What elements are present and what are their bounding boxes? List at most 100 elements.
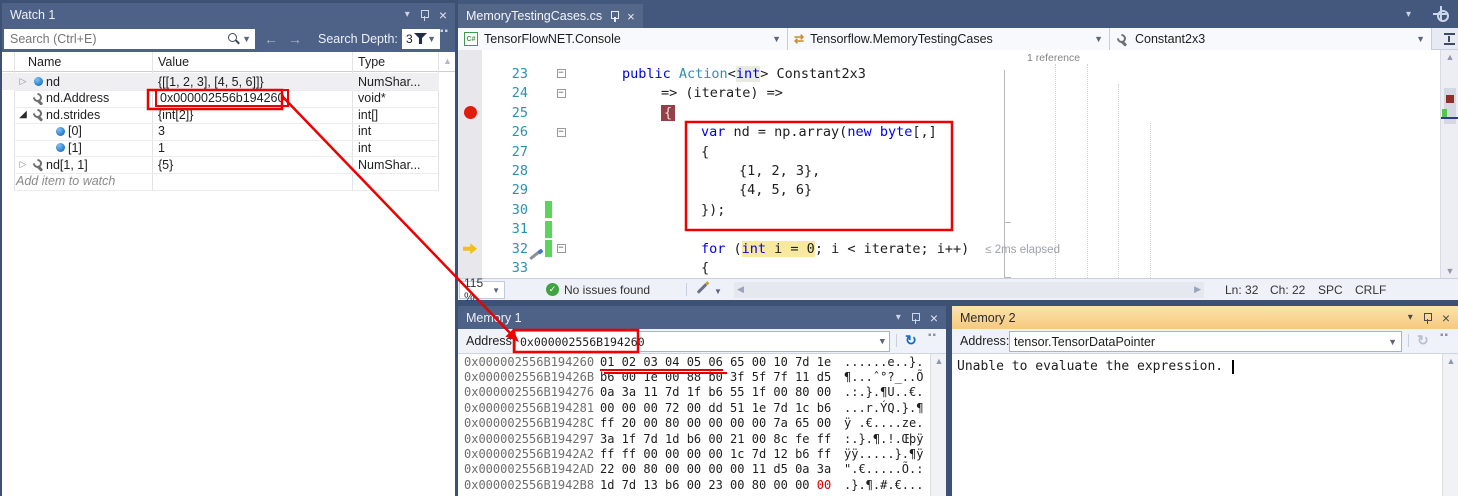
fold-margin[interactable] — [552, 220, 570, 239]
window-position-chevron-icon[interactable]: ▾ — [1408, 313, 1413, 323]
scroll-up-icon[interactable]: ▲ — [443, 56, 452, 66]
toolbar-overflow-icon[interactable]: ▪▪ — [440, 27, 449, 37]
window-position-chevron-icon[interactable]: ▾ — [405, 10, 410, 20]
member-combo[interactable]: Constant2x3▼ — [1110, 28, 1432, 50]
issues-status[interactable]: No issues found — [564, 283, 650, 297]
codelens-row[interactable]: 1 reference — [1027, 50, 1080, 64]
line-indicator-margin[interactable] — [458, 64, 482, 83]
column-indicator[interactable]: Ch: 22 — [1270, 283, 1305, 297]
search-input[interactable]: Search (Ctrl+E) ▼ — [4, 29, 255, 49]
watch-row[interactable]: ▷nd{[[1, 2, 3], [4, 5, 6]]}NumShar... — [2, 73, 439, 90]
memory1-scrollbar[interactable]: ▲ — [930, 354, 946, 496]
code-line[interactable]: 25{ — [458, 103, 1440, 122]
horizontal-scrollbar[interactable]: ◀ ▶ — [734, 282, 1204, 298]
memory1-hexdump[interactable]: 0x000002556B19426001 02 03 04 05 06 65 0… — [458, 354, 930, 496]
code-line[interactable]: 29{4, 5, 6} — [458, 181, 1440, 200]
line-indicator-margin[interactable] — [458, 142, 482, 161]
code-cleanup-chevron-icon[interactable]: ▼ — [714, 287, 722, 296]
tab-pin-icon[interactable] — [610, 10, 619, 22]
address-input[interactable]: 0x000002556B194260▼ — [515, 331, 890, 352]
expander-collapsed-icon[interactable]: ▷ — [16, 76, 30, 87]
code-line[interactable]: 32−for (int i = 0; i < iterate; i++)≤ 2m… — [458, 239, 1440, 258]
fold-collapse-icon[interactable]: − — [557, 128, 566, 137]
fold-margin[interactable]: − — [552, 64, 570, 83]
line-indicator[interactable]: Ln: 32 — [1225, 283, 1258, 297]
zoom-combo[interactable]: 115 %▼ — [459, 281, 505, 299]
code-line[interactable]: 23−public Action<int> Constant2x3 — [458, 64, 1440, 83]
editor-vertical-scrollbar[interactable]: ▲ ▼ — [1440, 50, 1458, 278]
fold-margin[interactable] — [552, 142, 570, 161]
tabgroup-chevron-icon[interactable]: ▾ — [1406, 10, 1411, 20]
line-indicator-margin[interactable] — [458, 181, 482, 200]
breakpoint-icon[interactable] — [464, 106, 477, 119]
line-indicator-margin[interactable] — [458, 83, 482, 102]
fold-margin[interactable]: − — [552, 239, 570, 258]
line-indicator-margin[interactable] — [458, 103, 482, 122]
code-line[interactable]: 31 — [458, 220, 1440, 239]
close-icon[interactable]: × — [1442, 311, 1450, 325]
watch-row[interactable]: ◢nd.strides{int[2]}int[] — [2, 106, 439, 123]
code-line[interactable]: 24−=> (iterate) => — [458, 83, 1440, 102]
code-line[interactable]: 27{ — [458, 142, 1440, 161]
encoding-indicator[interactable]: SPC — [1318, 283, 1343, 297]
code-line[interactable]: 26−var nd = np.array(new byte[,] — [458, 122, 1440, 141]
fold-collapse-icon[interactable]: − — [557, 244, 566, 253]
forward-arrow-icon[interactable]: → — [288, 31, 302, 47]
back-arrow-icon[interactable]: ← — [264, 31, 278, 47]
code-area[interactable]: 1 reference 23−public Action<int> Consta… — [458, 50, 1440, 278]
line-indicator-margin[interactable] — [458, 161, 482, 180]
expander-collapsed-icon[interactable]: ▷ — [16, 159, 30, 170]
fold-collapse-icon[interactable]: − — [557, 89, 566, 98]
address-dropdown-chevron-icon[interactable]: ▼ — [1388, 337, 1401, 347]
memory2-scrollbar[interactable]: ▲ — [1442, 354, 1458, 496]
code-line[interactable]: 33{ — [458, 259, 1440, 278]
fold-margin[interactable] — [552, 181, 570, 200]
column-name[interactable]: Name — [2, 55, 152, 69]
scroll-right-icon[interactable]: ▶ — [1194, 284, 1201, 295]
scroll-up-icon[interactable]: ▲ — [931, 356, 947, 366]
scroll-up-icon[interactable]: ▲ — [1443, 356, 1458, 366]
line-indicator-margin[interactable] — [458, 220, 482, 239]
code-cleanup-icon[interactable] — [697, 283, 708, 294]
fold-collapse-icon[interactable]: − — [557, 69, 566, 78]
search-dropdown-chevron-icon[interactable]: ▼ — [242, 34, 251, 44]
gear-icon[interactable] — [1434, 7, 1447, 20]
property-filter-icon[interactable] — [414, 32, 427, 45]
watch-row[interactable]: nd.Address0x000002556b194260void* — [2, 90, 439, 107]
watch-row[interactable]: [1]1int — [2, 139, 439, 156]
close-icon[interactable]: × — [930, 311, 938, 325]
toolbar-overflow-icon[interactable]: ▪▪ — [1440, 331, 1449, 341]
tab-close-icon[interactable]: × — [627, 9, 635, 24]
close-icon[interactable]: × — [439, 8, 447, 22]
watch-row[interactable]: ▷nd[1, 1]{5}NumShar... — [2, 156, 439, 173]
expander-expanded-icon[interactable]: ◢ — [16, 109, 30, 120]
watch-row[interactable]: [0]3int — [2, 123, 439, 140]
column-type[interactable]: Type — [352, 55, 385, 69]
fold-margin[interactable]: − — [552, 83, 570, 102]
fold-margin[interactable] — [552, 161, 570, 180]
line-indicator-margin[interactable] — [458, 239, 482, 258]
memory2-content[interactable]: Unable to evaluate the expression. — [952, 354, 1442, 496]
pin-icon[interactable] — [1423, 312, 1432, 324]
code-line[interactable]: 30}); — [458, 200, 1440, 219]
fold-margin[interactable] — [552, 259, 570, 278]
code-line[interactable]: 28{1, 2, 3}, — [458, 161, 1440, 180]
toolbar-overflow-icon[interactable]: ▪▪ — [928, 331, 937, 341]
refresh-icon[interactable]: ↻ — [905, 332, 917, 349]
fold-margin[interactable] — [552, 103, 570, 122]
pin-icon[interactable] — [420, 9, 429, 21]
pin-icon[interactable] — [911, 312, 920, 324]
fold-margin[interactable]: − — [552, 122, 570, 141]
watch-row[interactable]: Add item to watch — [2, 173, 439, 190]
scroll-down-icon[interactable]: ▼ — [1441, 266, 1458, 276]
address-input[interactable]: tensor.TensorDataPointer▼ — [1009, 331, 1402, 352]
scroll-left-icon[interactable]: ◀ — [737, 284, 744, 295]
line-indicator-margin[interactable] — [458, 200, 482, 219]
document-tab[interactable]: MemoryTestingCases.cs × — [458, 4, 643, 28]
column-value[interactable]: Value — [152, 55, 352, 69]
window-position-chevron-icon[interactable]: ▾ — [896, 313, 901, 323]
fold-margin[interactable] — [552, 200, 570, 219]
address-dropdown-chevron-icon[interactable]: ▼ — [880, 337, 889, 347]
eol-indicator[interactable]: CRLF — [1355, 283, 1386, 297]
line-indicator-margin[interactable] — [458, 122, 482, 141]
